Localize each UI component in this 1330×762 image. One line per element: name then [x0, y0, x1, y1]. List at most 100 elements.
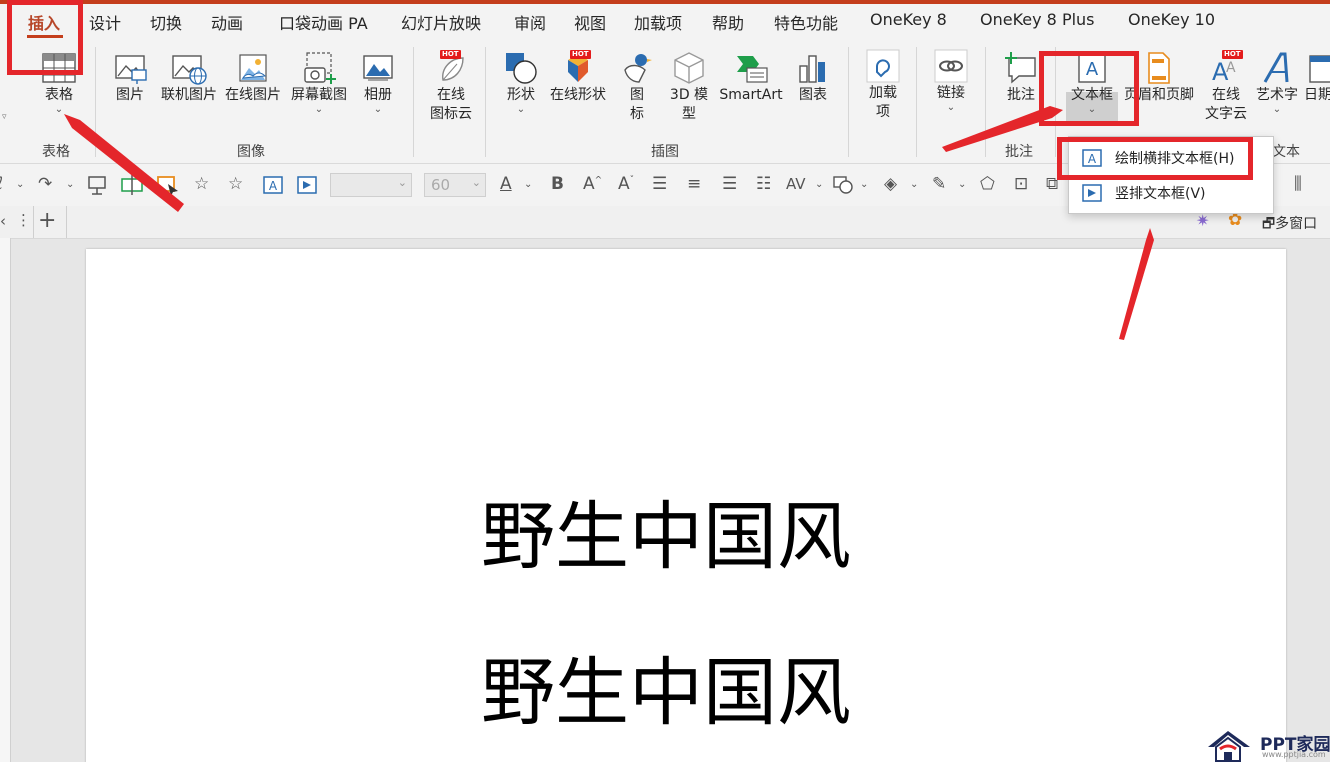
group-separator [848, 47, 849, 157]
ribbon-tab-bar: 插入 设计 切换 动画 口袋动画 PA 幻灯片放映 审阅 视图 加载项 帮助 特… [0, 0, 1330, 42]
vertical-textbox-icon [1082, 184, 1102, 202]
link-button[interactable]: 链接 ⌄ [930, 48, 972, 113]
align-left-icon[interactable]: ☰ [722, 174, 737, 194]
online-picture-button[interactable]: 联机图片 [157, 50, 221, 105]
justify-icon[interactable]: ≡ [687, 174, 701, 194]
scroll-left-icon[interactable]: ‹ [0, 212, 6, 230]
addins-button[interactable]: 加载 项 [862, 48, 904, 122]
tab-help[interactable]: 帮助 [712, 10, 744, 34]
font-color-icon[interactable]: A [500, 174, 512, 194]
tab-review[interactable]: 审阅 [514, 10, 546, 34]
slide-canvas[interactable]: 野生中国风 野生中国风 [86, 249, 1286, 762]
presenter-icon[interactable] [86, 175, 108, 195]
chevron-down-icon: ⌄ [397, 176, 407, 189]
distribute-horizontal-icon[interactable]: ⫼ [1294, 174, 1302, 194]
icons-button[interactable]: 图 标 [617, 50, 657, 124]
select-shape-icon[interactable] [156, 175, 180, 197]
multi-window-icon: 🗗 [1262, 216, 1276, 232]
tab-slideshow[interactable]: 幻灯片放映 [401, 10, 481, 34]
calendar-icon [1309, 55, 1330, 83]
align-objects-icon[interactable] [120, 175, 144, 195]
group-label-illustrations: 插图 [651, 144, 679, 160]
add-tab-icon[interactable]: + [38, 208, 56, 233]
ribbon-scroll-left-icon[interactable]: ▿ [2, 112, 7, 122]
slide-title-line-1[interactable]: 野生中国风 [86, 477, 1246, 584]
slide-thumbnail-pane[interactable] [0, 238, 11, 762]
edit-points-icon[interactable]: ⬠ [980, 174, 995, 194]
lasso-icon[interactable]: ℓ [0, 174, 3, 194]
line-color-icon[interactable]: ✎ [932, 174, 946, 194]
tab-onekey8[interactable]: OneKey 8 [870, 10, 947, 29]
link-icon [934, 49, 968, 83]
distribute-icon[interactable]: ☷ [756, 174, 771, 194]
picture-button[interactable]: 图片 [108, 50, 152, 105]
arrange-shapes-icon[interactable] [832, 175, 856, 195]
chevron-down-icon[interactable]: ⌄ [524, 179, 532, 190]
tab-view[interactable]: 视图 [574, 10, 606, 34]
draw-vertical-textbox-item[interactable]: 竖排文本框(V) [1081, 183, 1261, 203]
bar-chart-icon [799, 55, 825, 83]
align-center-icon[interactable]: ☰ [652, 174, 667, 194]
chevron-down-icon: ⌄ [54, 104, 64, 115]
vertical-textbox-small-icon[interactable] [296, 175, 318, 195]
online-picture-icon [172, 55, 207, 85]
star-icon[interactable]: ☆ [228, 174, 243, 194]
group-label-text-partial: 文本 [1272, 144, 1300, 160]
online-image-icon [239, 54, 267, 82]
screenshot-button[interactable]: 屏幕截图 ⌄ [287, 50, 351, 115]
bold-button[interactable]: B [551, 174, 564, 194]
header-footer-icon [1148, 52, 1170, 84]
group-separator [413, 47, 414, 157]
tab-addins[interactable]: 加载项 [634, 10, 682, 34]
icon-cloud-button[interactable]: HOT 在线 图标云 [424, 50, 478, 124]
tab-animations[interactable]: 动画 [211, 10, 243, 34]
chevron-down-icon: ⌄ [373, 104, 383, 115]
font-size-combo[interactable]: 60 ⌄ [424, 173, 486, 197]
more-options-icon[interactable]: ⋮ [16, 211, 31, 229]
online-shapes-button[interactable]: HOT 在线形状 [546, 50, 610, 105]
tab-onekey10[interactable]: OneKey 10 [1128, 10, 1215, 29]
3d-model-button[interactable]: 3D 模 型 [665, 50, 713, 124]
cube-icon [674, 52, 704, 84]
tab-pocket-animation[interactable]: 口袋动画 PA [279, 10, 368, 34]
chevron-down-icon[interactable]: ⌄ [815, 179, 823, 190]
group-separator [485, 47, 486, 157]
redo-icon[interactable]: ↷ [38, 174, 52, 194]
chevron-down-icon: ⌄ [314, 104, 324, 115]
font-name-combo[interactable]: ⌄ [330, 173, 412, 197]
fill-color-icon[interactable]: ◈ [884, 174, 897, 194]
increase-font-icon[interactable]: A^ [583, 174, 602, 194]
online-image-button[interactable]: 在线图片 [222, 50, 284, 105]
chart-button[interactable]: 图表 [793, 50, 833, 105]
char-spacing-icon[interactable]: AV [786, 175, 806, 193]
textbox-small-icon[interactable]: A [262, 175, 284, 195]
wordart-button[interactable]: 艺术字 ⌄ [1253, 50, 1301, 115]
tab-onekey8plus[interactable]: OneKey 8 Plus [980, 10, 1095, 29]
chevron-down-icon[interactable]: ⌄ [16, 179, 24, 190]
tab-design[interactable]: 设计 [89, 10, 121, 34]
star-outline-icon[interactable]: ☆ [194, 174, 209, 194]
slide-title-line-2[interactable]: 野生中国风 [86, 633, 1246, 740]
decrease-font-icon[interactable]: Aˇ [618, 174, 634, 194]
album-button[interactable]: 相册 ⌄ [357, 50, 399, 115]
date-time-button[interactable]: 日期 [1304, 50, 1330, 105]
tab-features[interactable]: 特色功能 [774, 10, 838, 34]
screenshot-icon [304, 52, 336, 84]
multi-window-button[interactable]: 🗗多窗口 [1262, 213, 1317, 237]
hot-badge: HOT [570, 50, 591, 59]
word-cloud-button[interactable]: A A HOT 在线 文字云 [1200, 50, 1252, 124]
smartart-button[interactable]: SmartArt [717, 50, 785, 105]
chevron-down-icon[interactable]: ⌄ [958, 179, 966, 190]
group-separator [985, 47, 986, 157]
tab-transitions[interactable]: 切换 [150, 10, 182, 34]
chevron-down-icon[interactable]: ⌄ [860, 179, 868, 190]
crop-icon[interactable]: ⊡ [1014, 174, 1028, 194]
shapes-button[interactable]: 形状 ⌄ [500, 50, 542, 115]
comment-icon [1005, 52, 1036, 84]
chevron-down-icon[interactable]: ⌄ [66, 179, 74, 190]
highlight-box-textbox [1039, 51, 1139, 126]
comment-button[interactable]: 批注 [1000, 50, 1042, 105]
watermark-logo: PPT家园 www.pptjia.com [1204, 727, 1330, 762]
chevron-down-icon[interactable]: ⌄ [910, 179, 918, 190]
highlight-box-insert-tab [7, 0, 83, 75]
